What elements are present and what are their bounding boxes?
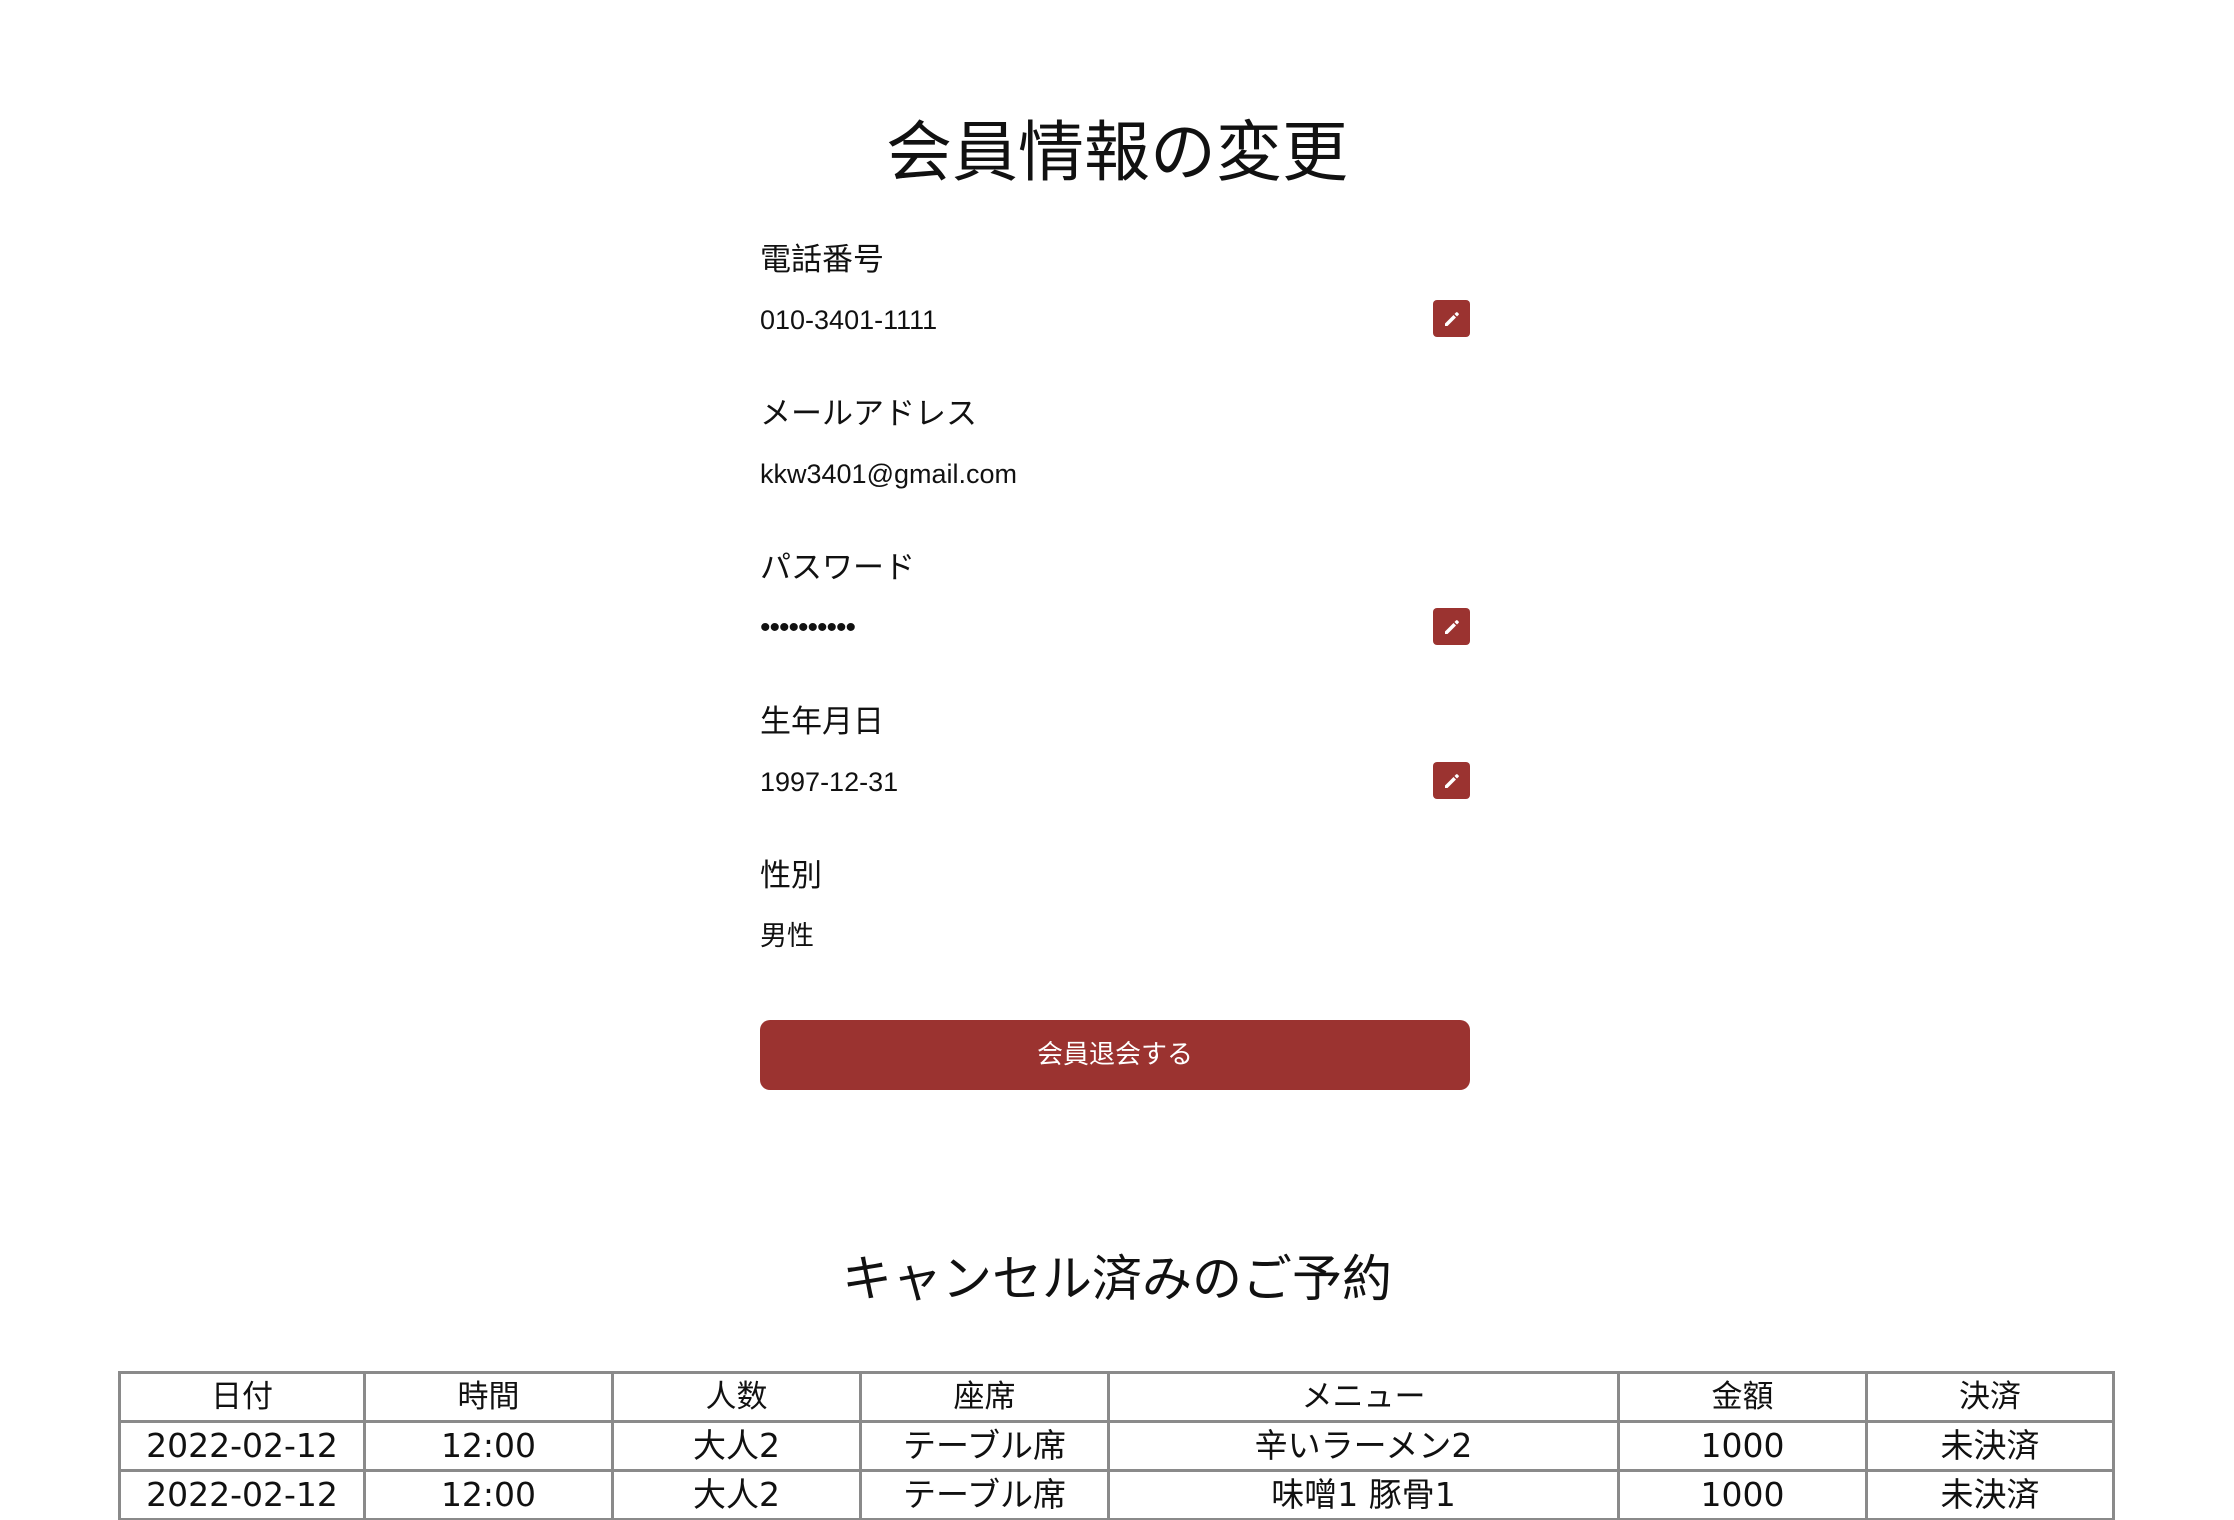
pencil-icon	[1444, 619, 1459, 634]
pencil-icon	[1444, 311, 1459, 326]
cell-payment: 未決済	[1865, 1469, 2115, 1520]
member-info-page: 会員情報の変更 電話番号 010-3401-1111 メールアドレス kkw34…	[0, 0, 2234, 1520]
email-field: メールアドレス kkw3401@gmail.com	[760, 392, 1470, 546]
gender-field: 性別 男性	[760, 854, 1470, 1008]
edit-password-button[interactable]	[1433, 608, 1470, 645]
column-header-guests: 人数	[611, 1371, 862, 1423]
email-value: kkw3401@gmail.com	[760, 459, 1018, 489]
table-row: 2022-02-12 12:00 大人2 テーブル席 辛いラーメン2 1000 …	[118, 1420, 2115, 1472]
phone-value: 010-3401-1111	[760, 305, 938, 335]
table-row: 2022-02-12 12:00 大人2 テーブル席 味噌1 豚骨1 1000 …	[118, 1469, 2115, 1520]
password-value: ••••••••••	[760, 611, 856, 644]
email-label: メールアドレス	[760, 396, 977, 432]
cell-date: 2022-02-12	[118, 1420, 366, 1472]
cell-amount: 1000	[1617, 1469, 1868, 1520]
birthdate-value: 1997-12-31	[760, 767, 899, 797]
gender-value: 男性	[760, 921, 814, 951]
cell-time: 12:00	[363, 1420, 614, 1472]
column-header-seat: 座席	[859, 1371, 1110, 1423]
column-header-date: 日付	[118, 1371, 366, 1423]
cancelled-reservations-table: 日付 時間 人数 座席 メニュー 金額 決済 2022-02-12 12:00 …	[118, 1371, 2115, 1520]
phone-field: 電話番号 010-3401-1111	[760, 238, 1470, 392]
gender-row: 男性	[760, 916, 1470, 956]
column-header-payment: 決済	[1865, 1371, 2115, 1423]
phone-label: 電話番号	[760, 242, 884, 278]
column-header-time: 時間	[363, 1371, 614, 1423]
cell-seat: テーブル席	[859, 1469, 1110, 1520]
birthdate-row: 1997-12-31	[760, 762, 1470, 802]
birthdate-label: 生年月日	[760, 704, 884, 740]
password-row: ••••••••••	[760, 608, 1470, 648]
gender-label: 性別	[760, 858, 822, 894]
cell-time: 12:00	[363, 1469, 614, 1520]
cancelled-reservations-title: キャンセル済みのご予約	[842, 1250, 1392, 1308]
birthdate-field: 生年月日 1997-12-31	[760, 700, 1470, 854]
cell-payment: 未決済	[1865, 1420, 2115, 1472]
edit-birthdate-button[interactable]	[1433, 762, 1470, 799]
cell-date: 2022-02-12	[118, 1469, 366, 1520]
cell-menu: 辛いラーメン2	[1107, 1420, 1620, 1472]
withdraw-button[interactable]: 会員退会する	[760, 1020, 1470, 1090]
member-info-form: 電話番号 010-3401-1111 メールアドレス kkw3401@gmail…	[760, 238, 1470, 1008]
column-header-menu: メニュー	[1107, 1371, 1620, 1423]
cancelled-reservations-table-wrap: 日付 時間 人数 座席 メニュー 金額 決済 2022-02-12 12:00 …	[118, 1371, 2115, 1520]
cell-seat: テーブル席	[859, 1420, 1110, 1472]
cell-menu: 味噌1 豚骨1	[1107, 1469, 1620, 1520]
table-header-row: 日付 時間 人数 座席 メニュー 金額 決済	[118, 1371, 2115, 1423]
email-row: kkw3401@gmail.com	[760, 454, 1470, 494]
cell-guests: 大人2	[611, 1420, 862, 1472]
password-label: パスワード	[760, 550, 915, 586]
cell-amount: 1000	[1617, 1420, 1868, 1472]
page-title: 会員情報の変更	[886, 114, 1348, 191]
pencil-icon	[1444, 773, 1459, 788]
cell-guests: 大人2	[611, 1469, 862, 1520]
password-field: パスワード ••••••••••	[760, 546, 1470, 700]
edit-phone-button[interactable]	[1433, 300, 1470, 337]
phone-row: 010-3401-1111	[760, 300, 1470, 340]
column-header-amount: 金額	[1617, 1371, 1868, 1423]
